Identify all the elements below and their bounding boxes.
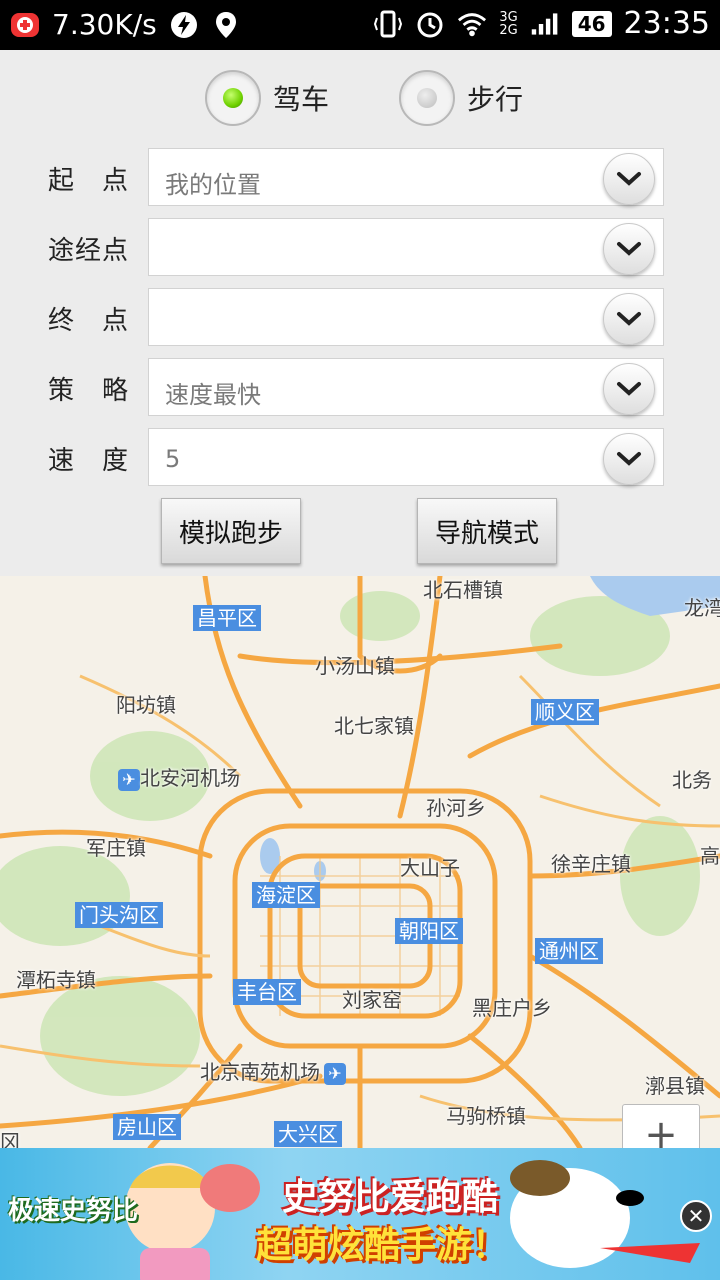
ad-title: 史努比爱跑酷 [282, 1177, 499, 1218]
map-place-label: 军庄镇 [86, 836, 146, 860]
radio-circle[interactable] [205, 70, 261, 126]
start-value: 我的位置 [165, 171, 261, 199]
row-end: 终 点 [0, 288, 720, 350]
travel-mode-group: 驾车 步行 [205, 70, 523, 126]
map-district-label: 昌平区 [193, 605, 261, 631]
map-place-label: 刘家窑 [342, 988, 402, 1012]
strategy-dropdown-button[interactable] [603, 363, 655, 415]
battery-indicator: 46 [571, 10, 612, 37]
map-place-label: 北石槽镇 [423, 578, 503, 602]
map-place-label: 阳坊镇 [116, 693, 176, 717]
clock: 23:35 [623, 6, 710, 41]
network-type: 3G 2G [499, 9, 518, 38]
map-place-label: 大山子 [400, 856, 460, 880]
row-start: 起 点 我的位置 [0, 148, 720, 210]
vibrate-icon [373, 9, 403, 39]
signal-icon [530, 9, 560, 39]
map-district-label: 大兴区 [274, 1121, 342, 1147]
chevron-down-icon [617, 382, 641, 396]
strategy-field[interactable]: 速度最快 [148, 358, 664, 416]
mode-walk-label: 步行 [467, 83, 524, 116]
app-notification-icon [10, 10, 40, 40]
chevron-down-icon [617, 172, 641, 186]
row-waypoint: 途经点 [0, 218, 720, 280]
map-place-label: 潭柘寺镇 [16, 968, 96, 992]
start-field[interactable]: 我的位置 [148, 148, 664, 206]
ad-banner[interactable]: 极速史努比 史努比爱跑酷 超萌炫酷手游！ ✕ [0, 1148, 720, 1280]
mode-walk-radio[interactable]: 步行 [399, 70, 523, 126]
strategy-value: 速度最快 [165, 381, 261, 409]
waypoint-field[interactable] [148, 218, 664, 276]
route-form: 驾车 步行 起 点 我的位置 途经点 终 点 策 略 速度最快 速 度 5 模拟… [0, 50, 720, 576]
mode-drive-label: 驾车 [273, 83, 330, 116]
map-place-label: 冈 [0, 1130, 20, 1148]
network-speed: 7.30K/s [52, 8, 157, 41]
status-bar: 7.30K/s 3G 2G 46 23:35 [0, 0, 720, 50]
map-place-label: 马驹桥镇 [446, 1104, 526, 1128]
map-place-label: 小汤山镇 [315, 654, 395, 678]
map-district-label: 朝阳区 [395, 918, 463, 944]
map-place-label: 高 [700, 844, 720, 868]
map-view[interactable]: 北石槽镇 小汤山镇 阳坊镇 北七家镇 ✈ 北安河机场 孙河乡 军庄镇 大山子 徐辛… [0, 576, 720, 1148]
map-place-label: 漷县镇 [645, 1074, 705, 1098]
map-district-label: 门头沟区 [75, 902, 163, 928]
end-field[interactable] [148, 288, 664, 346]
row-strategy: 策 略 速度最快 [0, 358, 720, 420]
airport-label: ✈ 北安河机场 [118, 762, 240, 791]
map-district-label: 海淀区 [252, 882, 320, 908]
waypoint-label: 途经点 [48, 236, 130, 266]
speed-field[interactable]: 5 [148, 428, 664, 486]
row-speed: 速 度 5 [0, 428, 720, 490]
ad-logo: 极速史努比 [8, 1196, 139, 1226]
airport-icon: ✈ [324, 1063, 346, 1085]
map-place-label: 北务 [672, 768, 712, 792]
speed-label: 速 度 [48, 446, 130, 476]
waypoint-dropdown-button[interactable] [603, 223, 655, 275]
simulate-run-button[interactable]: 模拟跑步 [161, 498, 301, 564]
chevron-down-icon [617, 312, 641, 326]
start-dropdown-button[interactable] [603, 153, 655, 205]
map-place-label: 北七家镇 [334, 714, 414, 738]
map-place-label: 黑庄户乡 [472, 996, 552, 1020]
wifi-icon [457, 9, 487, 39]
airport-icon: ✈ [118, 769, 140, 791]
map-district-label: 丰台区 [233, 979, 301, 1005]
map-place-label: 徐辛庄镇 [551, 852, 631, 876]
zoom-in-button[interactable]: + [622, 1104, 700, 1148]
location-icon [211, 10, 241, 40]
ad-close-button[interactable]: ✕ [680, 1200, 712, 1232]
end-dropdown-button[interactable] [603, 293, 655, 345]
radio-circle[interactable] [399, 70, 456, 126]
chevron-down-icon [617, 452, 641, 466]
strategy-label: 策 略 [48, 376, 130, 406]
flash-icon [169, 10, 199, 40]
speed-dropdown-button[interactable] [603, 433, 655, 485]
map-district-label: 顺义区 [531, 699, 599, 725]
airport-label: 北京南苑机场 ✈ [200, 1056, 346, 1085]
map-district-label: 通州区 [535, 938, 603, 964]
mode-drive-radio[interactable]: 驾车 [205, 70, 329, 126]
start-label: 起 点 [48, 166, 130, 196]
chevron-down-icon [617, 242, 641, 256]
ad-subtitle: 超萌炫酷手游！ [256, 1225, 509, 1266]
map-place-label: 龙湾 [684, 596, 720, 620]
speed-value: 5 [165, 445, 181, 473]
radio-unchecked-dot [417, 88, 438, 108]
alarm-icon [415, 9, 445, 39]
radio-checked-dot [223, 88, 243, 108]
map-district-label: 房山区 [113, 1114, 181, 1140]
navigation-mode-button[interactable]: 导航模式 [417, 498, 557, 564]
end-label: 终 点 [48, 306, 130, 336]
map-place-label: 孙河乡 [426, 796, 486, 820]
